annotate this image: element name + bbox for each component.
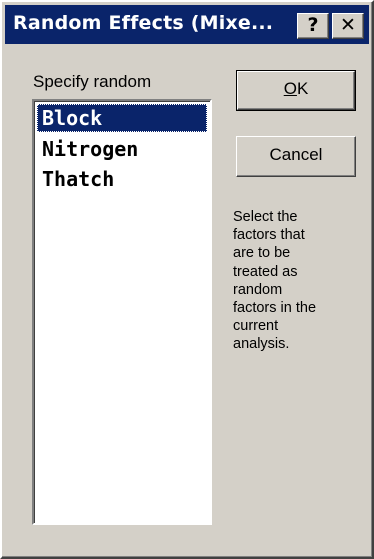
random-effects-dialog: Random Effects (Mixe... ? ✕ Specify rand… <box>0 0 374 559</box>
title-bar[interactable]: Random Effects (Mixe... ? ✕ <box>5 5 369 44</box>
ok-label-rest: K <box>296 79 309 98</box>
help-line: factors in the <box>233 300 317 317</box>
ok-button-label: OK <box>284 79 309 98</box>
help-line: random <box>233 281 283 298</box>
ok-mnemonic: O <box>283 79 297 98</box>
help-text: Select the factors that are to be treate… <box>233 208 368 354</box>
cancel-button-label: Cancel <box>269 145 323 164</box>
help-line: analysis. <box>233 336 290 353</box>
close-button[interactable]: ✕ <box>332 13 364 39</box>
random-factors-listbox[interactable]: Block Nitrogen Thatch <box>32 99 212 525</box>
cancel-button[interactable]: Cancel <box>236 136 356 177</box>
help-line: current <box>233 318 279 335</box>
help-button[interactable]: ? <box>297 13 329 39</box>
list-item-thatch[interactable]: Thatch <box>37 165 114 193</box>
window-title: Random Effects (Mixe... <box>13 12 274 34</box>
specify-random-label: Specify random <box>33 72 152 91</box>
list-item-nitrogen[interactable]: Nitrogen <box>37 135 138 163</box>
help-line: treated as <box>233 263 298 280</box>
close-icon: ✕ <box>340 14 356 36</box>
help-line: factors that <box>233 227 305 244</box>
help-line: Select the <box>233 209 298 225</box>
ok-button[interactable]: OK <box>236 70 356 111</box>
list-item-block[interactable]: Block <box>37 104 207 132</box>
help-line: are to be <box>233 245 291 262</box>
question-mark-icon: ? <box>307 14 319 36</box>
